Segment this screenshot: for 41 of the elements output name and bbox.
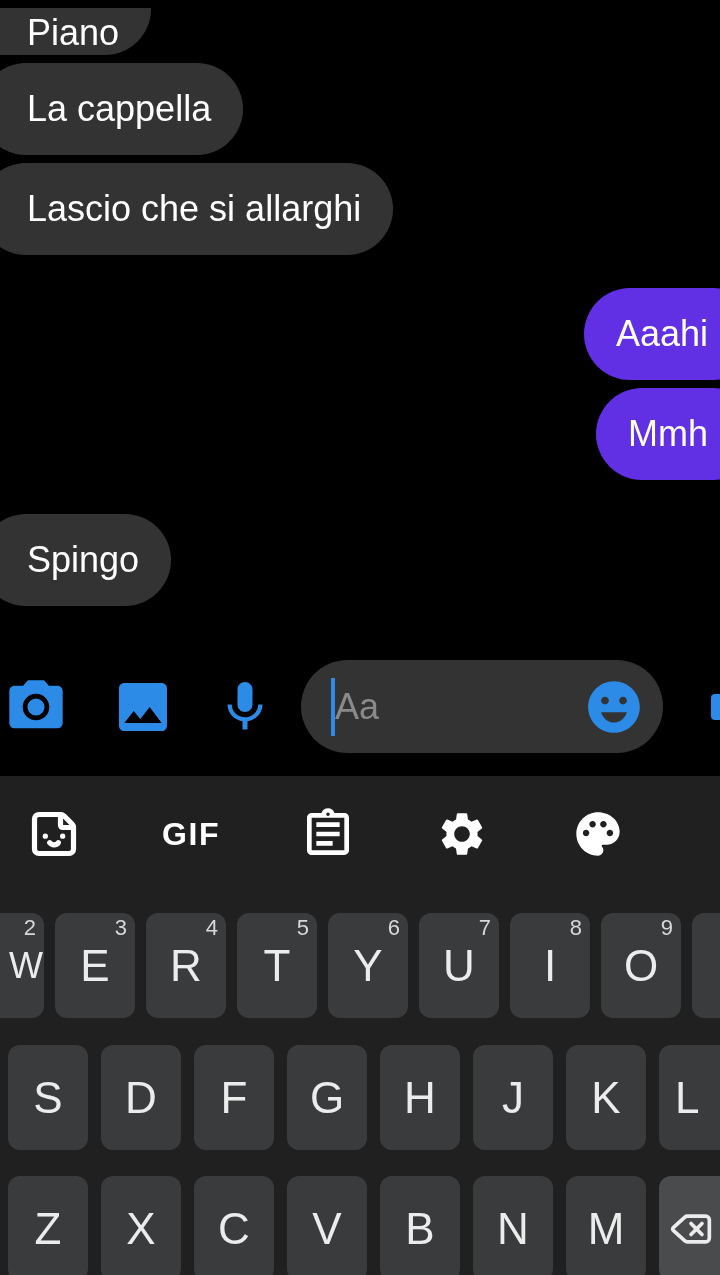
key[interactable]: N — [473, 1176, 553, 1275]
key[interactable]: W 2 — [0, 913, 44, 1018]
key[interactable]: L — [659, 1045, 720, 1150]
key[interactable]: R 4 — [146, 913, 226, 1018]
key[interactable]: H — [380, 1045, 460, 1150]
key[interactable]: C — [194, 1176, 274, 1275]
key-hint: 4 — [205, 917, 218, 939]
message-bubble: Spingo — [0, 514, 172, 606]
key[interactable]: V — [287, 1176, 367, 1275]
key[interactable]: T 5 — [237, 913, 317, 1018]
key[interactable]: G — [287, 1045, 367, 1150]
key[interactable]: E 3 — [55, 913, 135, 1018]
key[interactable]: J — [473, 1045, 553, 1150]
key-hint: 3 — [114, 917, 127, 939]
message-bubble: La cappella — [0, 63, 244, 155]
key[interactable]: U 7 — [419, 913, 499, 1018]
key-hint: 7 — [478, 917, 491, 939]
key[interactable]: K — [566, 1045, 646, 1150]
key-hint: 5 — [296, 917, 309, 939]
message-field[interactable]: Aa — [301, 660, 663, 753]
backspace-key[interactable] — [659, 1176, 720, 1275]
key[interactable]: Y 6 — [328, 913, 408, 1018]
key[interactable]: D — [101, 1045, 181, 1150]
key-hint: 9 — [660, 917, 673, 939]
key[interactable]: F — [194, 1045, 274, 1150]
message-input[interactable]: Aa — [335, 679, 583, 734]
message-bubble: Lascio che si allarghi — [0, 163, 394, 255]
key[interactable]: B — [380, 1176, 460, 1275]
key[interactable]: Z — [8, 1176, 88, 1275]
key-hint: 6 — [387, 917, 400, 939]
key[interactable]: O 9 — [601, 913, 681, 1018]
key[interactable]: I 8 — [510, 913, 590, 1018]
key[interactable]: M — [566, 1176, 646, 1275]
gif-button[interactable]: GIF — [162, 809, 221, 858]
key-hint: 2 — [23, 917, 36, 939]
key[interactable]: X — [101, 1176, 181, 1275]
key[interactable]: S — [8, 1045, 88, 1150]
message-bubble: Mmh — [596, 388, 720, 480]
message-bubble: Aaahi — [583, 288, 720, 380]
key-hint: 8 — [569, 917, 582, 939]
message-bubble: Piano — [0, 8, 152, 55]
